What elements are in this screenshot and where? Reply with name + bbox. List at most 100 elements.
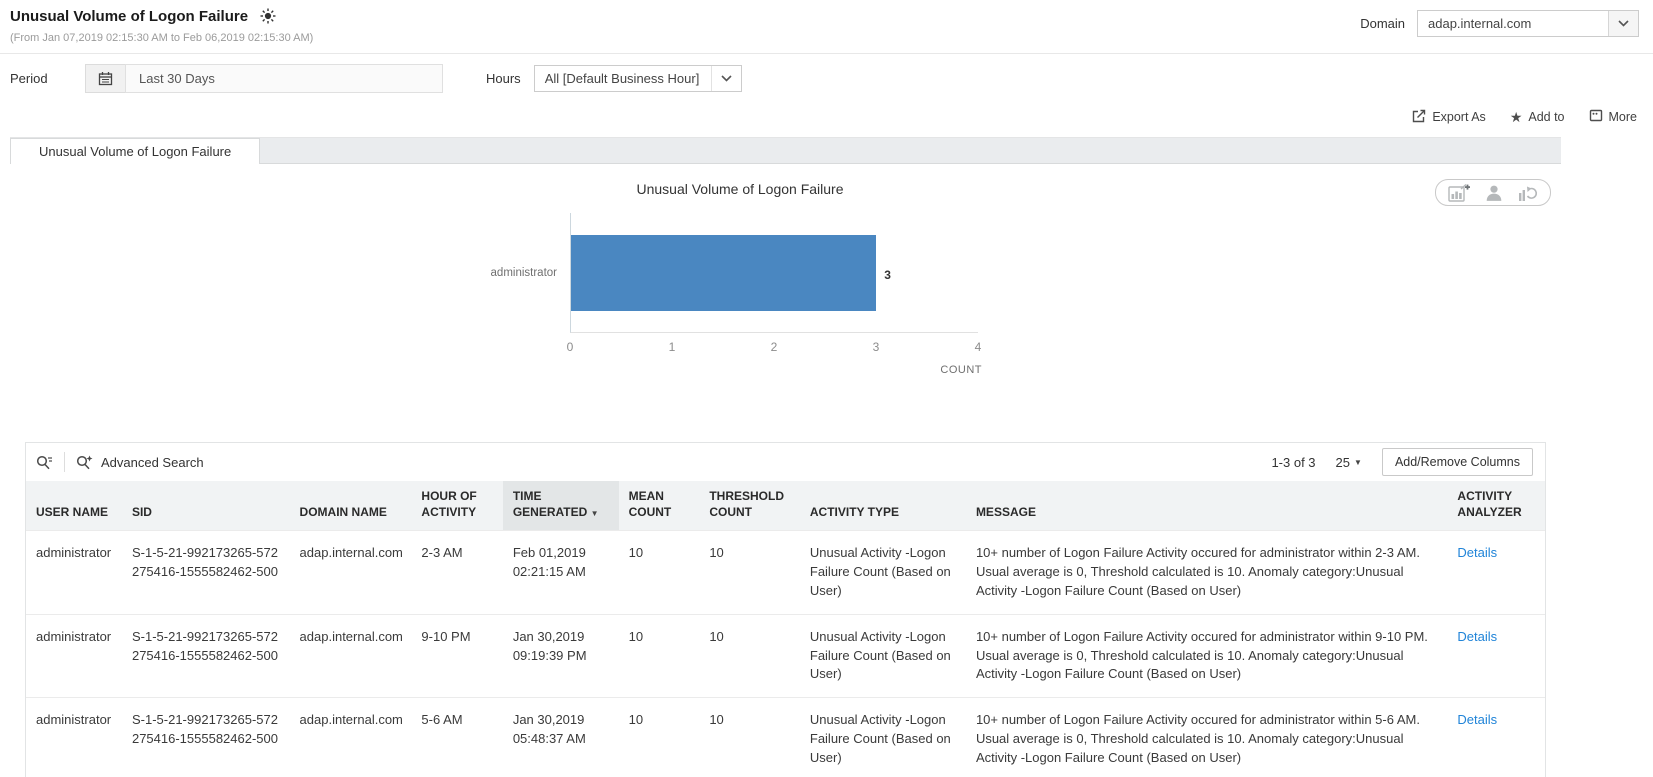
- cell-time-generated: Jan 30,2019 05:48:37 AM: [502, 697, 619, 777]
- bar-value-label: 3: [884, 268, 891, 282]
- chart-toolbar: [1435, 179, 1551, 206]
- details-link[interactable]: Details: [1457, 629, 1497, 644]
- more-button[interactable]: More: [1589, 109, 1637, 125]
- export-as-button[interactable]: Export As: [1412, 109, 1486, 126]
- caret-down-icon: ▼: [1354, 457, 1362, 467]
- cell-threshold-count: 10: [699, 613, 800, 698]
- sun-icon[interactable]: [260, 8, 276, 24]
- cell-user-name: administrator: [26, 613, 122, 698]
- col-activity-type[interactable]: ACTIVITY TYPE: [799, 481, 966, 531]
- column-search-icon[interactable]: [36, 455, 53, 470]
- table-row: administrator S-1-5-21-992173265-5722754…: [26, 530, 1545, 615]
- col-message[interactable]: MESSAGE: [965, 481, 1448, 531]
- refresh-chart-icon[interactable]: [1518, 184, 1538, 202]
- cell-sid: S-1-5-21-992173265-572275416-1555582462-…: [121, 613, 290, 698]
- col-threshold-count[interactable]: THRESHOLD COUNT: [699, 481, 800, 531]
- add-chart-icon[interactable]: [1448, 183, 1470, 202]
- cell-time-generated: Feb 01,2019 02:21:15 AM: [502, 530, 619, 615]
- add-to-button[interactable]: ★ Add to: [1510, 110, 1565, 124]
- cell-domain-name: adap.internal.com: [289, 613, 412, 698]
- x-axis-title: COUNT: [940, 364, 982, 376]
- cell-sid: S-1-5-21-992173265-572275416-1555582462-…: [121, 697, 290, 777]
- cell-message: 10+ number of Logon Failure Activity occ…: [965, 613, 1448, 698]
- cell-activity-type: Unusual Activity -Logon Failure Count (B…: [799, 530, 966, 615]
- cell-hour-of-activity: 9-10 PM: [411, 613, 503, 698]
- export-icon: [1412, 109, 1426, 126]
- action-row: Export As ★ Add to More: [0, 94, 1653, 128]
- chart-bar[interactable]: [571, 235, 877, 311]
- tab-unusual-volume-of-logon-failure[interactable]: Unusual Volume of Logon Failure: [10, 138, 261, 164]
- cell-mean-count: 10: [618, 613, 700, 698]
- toolbar-divider: [64, 452, 65, 472]
- x-tick-label: 1: [668, 340, 676, 354]
- chart-title: Unusual Volume of Logon Failure: [636, 181, 844, 197]
- col-time-generated[interactable]: TIME GENERATED ▼: [502, 481, 619, 531]
- more-icon: [1589, 109, 1603, 125]
- page-title: Unusual Volume of Logon Failure: [10, 8, 249, 25]
- col-domain-name[interactable]: DOMAIN NAME: [289, 481, 412, 531]
- col-hour-of-activity[interactable]: HOUR OF ACTIVITY: [411, 481, 503, 531]
- x-tick-label: 2: [770, 340, 778, 354]
- tab-bar: Unusual Volume of Logon Failure: [10, 137, 1561, 164]
- domain-label: Domain: [1360, 16, 1405, 31]
- chart-plot: administrator 3: [491, 213, 978, 333]
- tab-bar-empty-space: [260, 138, 1561, 163]
- page-size-dropdown[interactable]: 25 ▼: [1336, 455, 1362, 470]
- pagination-info: 1-3 of 3: [1271, 454, 1316, 470]
- cell-hour-of-activity: 5-6 AM: [411, 697, 503, 777]
- period-label: Period: [10, 71, 48, 86]
- domain-select-value: adap.internal.com: [1428, 16, 1532, 31]
- add-to-label: Add to: [1528, 110, 1565, 124]
- details-link[interactable]: Details: [1457, 712, 1497, 727]
- cell-message: 10+ number of Logon Failure Activity occ…: [965, 530, 1448, 615]
- cell-threshold-count: 10: [699, 697, 800, 777]
- table-toolbar: Advanced Search 1-3 of 3 25 ▼ Add/Remove…: [26, 443, 1545, 481]
- chart-section: Unusual Volume of Logon Failure administ…: [10, 164, 1561, 422]
- hours-select[interactable]: All [Default Business Hour]: [533, 65, 742, 92]
- cell-user-name: administrator: [26, 530, 122, 615]
- cell-sid: S-1-5-21-992173265-572275416-1555582462-…: [121, 530, 290, 615]
- table-row: administrator S-1-5-21-992173265-5722754…: [26, 697, 1545, 777]
- export-as-label: Export As: [1432, 110, 1486, 124]
- x-tick-label: 4: [974, 340, 982, 354]
- results-table: USER NAME SID DOMAIN NAME HOUR OF ACTIVI…: [26, 481, 1545, 777]
- cell-threshold-count: 10: [699, 530, 800, 615]
- cell-domain-name: adap.internal.com: [289, 697, 412, 777]
- report-period-subtitle: (From Jan 07,2019 02:15:30 AM to Feb 06,…: [10, 32, 314, 44]
- col-activity-analyzer[interactable]: ACTIVITY ANALYZER: [1447, 481, 1545, 531]
- x-tick-label: 0: [566, 340, 574, 354]
- cell-time-generated: Jan 30,2019 09:19:39 PM: [502, 613, 619, 698]
- cell-hour-of-activity: 2-3 AM: [411, 530, 503, 615]
- cell-user-name: administrator: [26, 697, 122, 777]
- col-sid[interactable]: SID: [121, 481, 290, 531]
- col-mean-count[interactable]: MEAN COUNT: [618, 481, 700, 531]
- cell-mean-count: 10: [618, 530, 700, 615]
- period-input[interactable]: Last 30 Days: [125, 64, 443, 93]
- advanced-search-label: Advanced Search: [101, 454, 204, 470]
- table-header-row: USER NAME SID DOMAIN NAME HOUR OF ACTIVI…: [26, 481, 1545, 531]
- col-user-name[interactable]: USER NAME: [26, 481, 122, 531]
- details-link[interactable]: Details: [1457, 545, 1497, 560]
- add-remove-columns-button[interactable]: Add/Remove Columns: [1381, 448, 1533, 476]
- hours-select-value: All [Default Business Hour]: [544, 71, 700, 86]
- more-label: More: [1608, 110, 1637, 124]
- filter-row: Period Last 30 Days Hours All [Default B…: [0, 54, 1653, 94]
- chevron-down-icon: [710, 66, 741, 91]
- cell-activity-type: Unusual Activity -Logon Failure Count (B…: [799, 697, 966, 777]
- sort-desc-icon: ▼: [590, 508, 599, 518]
- chart-category-label: administrator: [490, 267, 557, 279]
- calendar-icon[interactable]: [85, 64, 125, 93]
- cell-domain-name: adap.internal.com: [289, 530, 412, 615]
- table-row: administrator S-1-5-21-992173265-5722754…: [26, 613, 1545, 698]
- hours-label: Hours: [486, 71, 521, 86]
- domain-select[interactable]: adap.internal.com: [1417, 10, 1639, 37]
- chevron-down-icon: [1608, 11, 1638, 36]
- x-tick-label: 3: [872, 340, 880, 354]
- advanced-search-button[interactable]: Advanced Search: [76, 455, 204, 470]
- user-analyzer-icon[interactable]: [1485, 184, 1503, 202]
- cell-mean-count: 10: [618, 697, 700, 777]
- results-table-card: Advanced Search 1-3 of 3 25 ▼ Add/Remove…: [25, 442, 1546, 777]
- top-header: Unusual Volume of Logon Failure (From Ja…: [0, 0, 1653, 44]
- page: Unusual Volume of Logon Failure (From Ja…: [0, 0, 1653, 777]
- x-axis-ticks: 0 1 2 3 4: [566, 340, 982, 356]
